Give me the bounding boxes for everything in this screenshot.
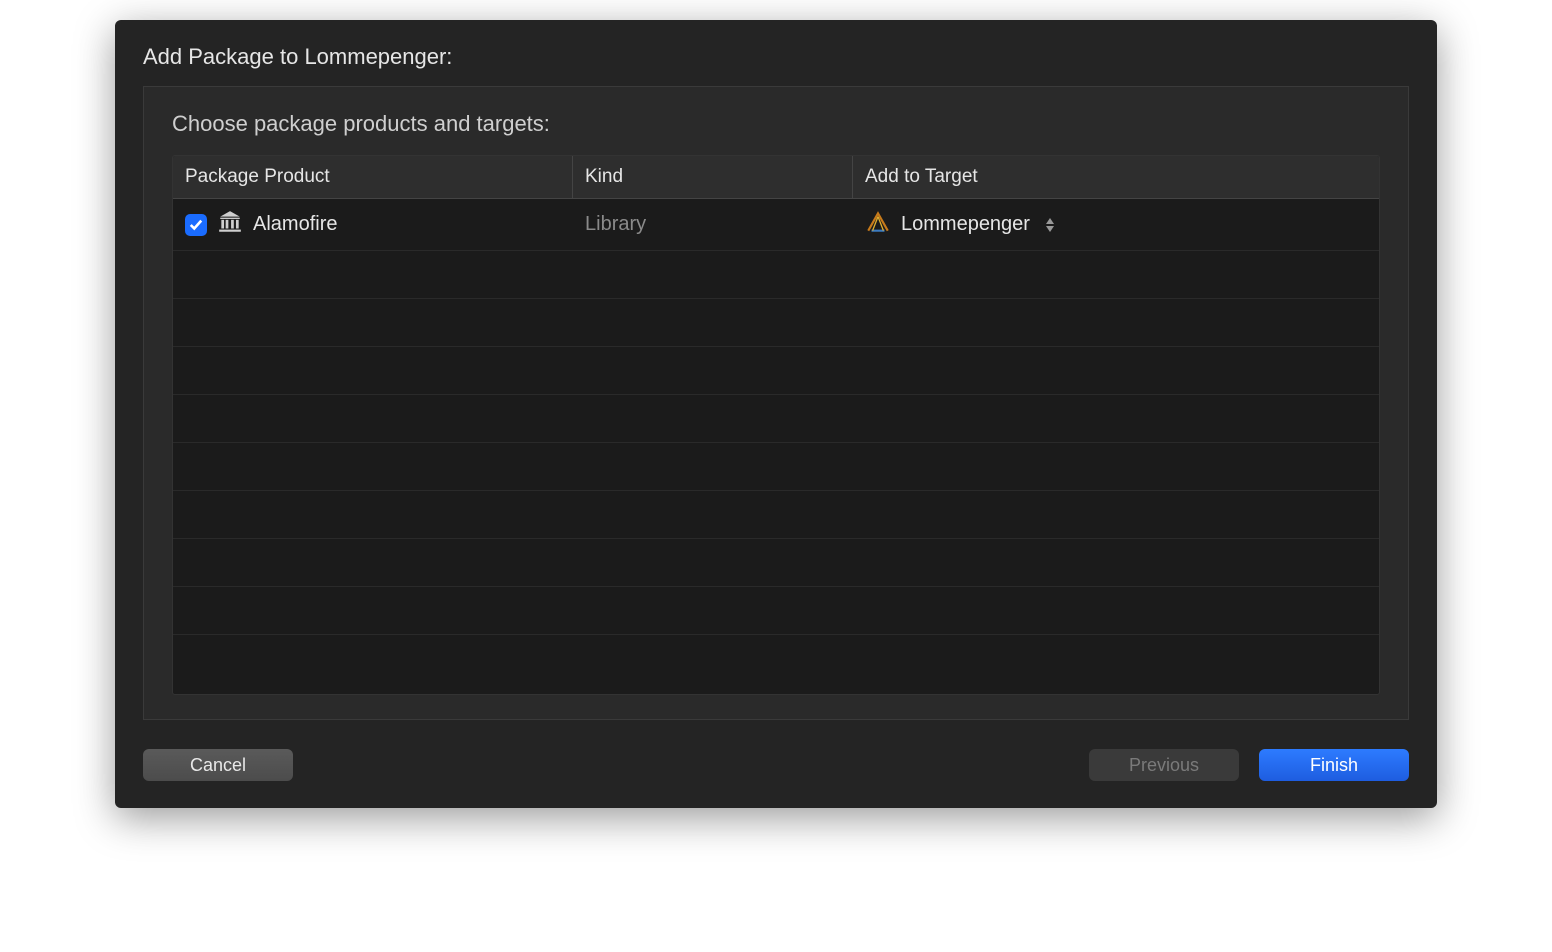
cancel-button[interactable]: Cancel (143, 749, 293, 781)
dialog-title: Add Package to Lommepenger: (143, 44, 1409, 70)
column-header-target[interactable]: Add to Target (853, 156, 1379, 198)
table-row-empty (173, 443, 1379, 491)
content-frame: Choose package products and targets: Pac… (143, 86, 1409, 720)
table-row-empty (173, 587, 1379, 635)
kind-cell: Library (573, 205, 853, 244)
finish-button[interactable]: Finish (1259, 749, 1409, 781)
app-icon (865, 209, 891, 241)
column-header-kind[interactable]: Kind (573, 156, 853, 198)
dialog-footer: Cancel Previous Finish (143, 720, 1409, 784)
table-row-empty (173, 539, 1379, 587)
table-row[interactable]: Alamofire Library (173, 199, 1379, 251)
add-package-dialog: Add Package to Lommepenger: Choose packa… (115, 20, 1437, 808)
table-header: Package Product Kind Add to Target (173, 156, 1379, 199)
table-row-empty (173, 395, 1379, 443)
instruction-text: Choose package products and targets: (172, 111, 1380, 137)
kind-label: Library (585, 213, 646, 236)
column-header-product[interactable]: Package Product (173, 156, 573, 198)
previous-button[interactable]: Previous (1089, 749, 1239, 781)
library-icon (217, 209, 243, 241)
product-cell: Alamofire (173, 201, 573, 249)
table-body: Alamofire Library (173, 199, 1379, 694)
table-row-empty (173, 251, 1379, 299)
target-dropdown[interactable]: Lommepenger (865, 209, 1056, 241)
products-table: Package Product Kind Add to Target (172, 155, 1380, 695)
table-row-empty (173, 491, 1379, 539)
table-row-empty (173, 299, 1379, 347)
table-row-empty (173, 347, 1379, 395)
target-label: Lommepenger (901, 213, 1030, 236)
product-name: Alamofire (253, 213, 337, 236)
chevron-up-down-icon (1044, 217, 1056, 233)
product-checkbox[interactable] (185, 214, 207, 236)
target-cell: Lommepenger (853, 201, 1379, 249)
